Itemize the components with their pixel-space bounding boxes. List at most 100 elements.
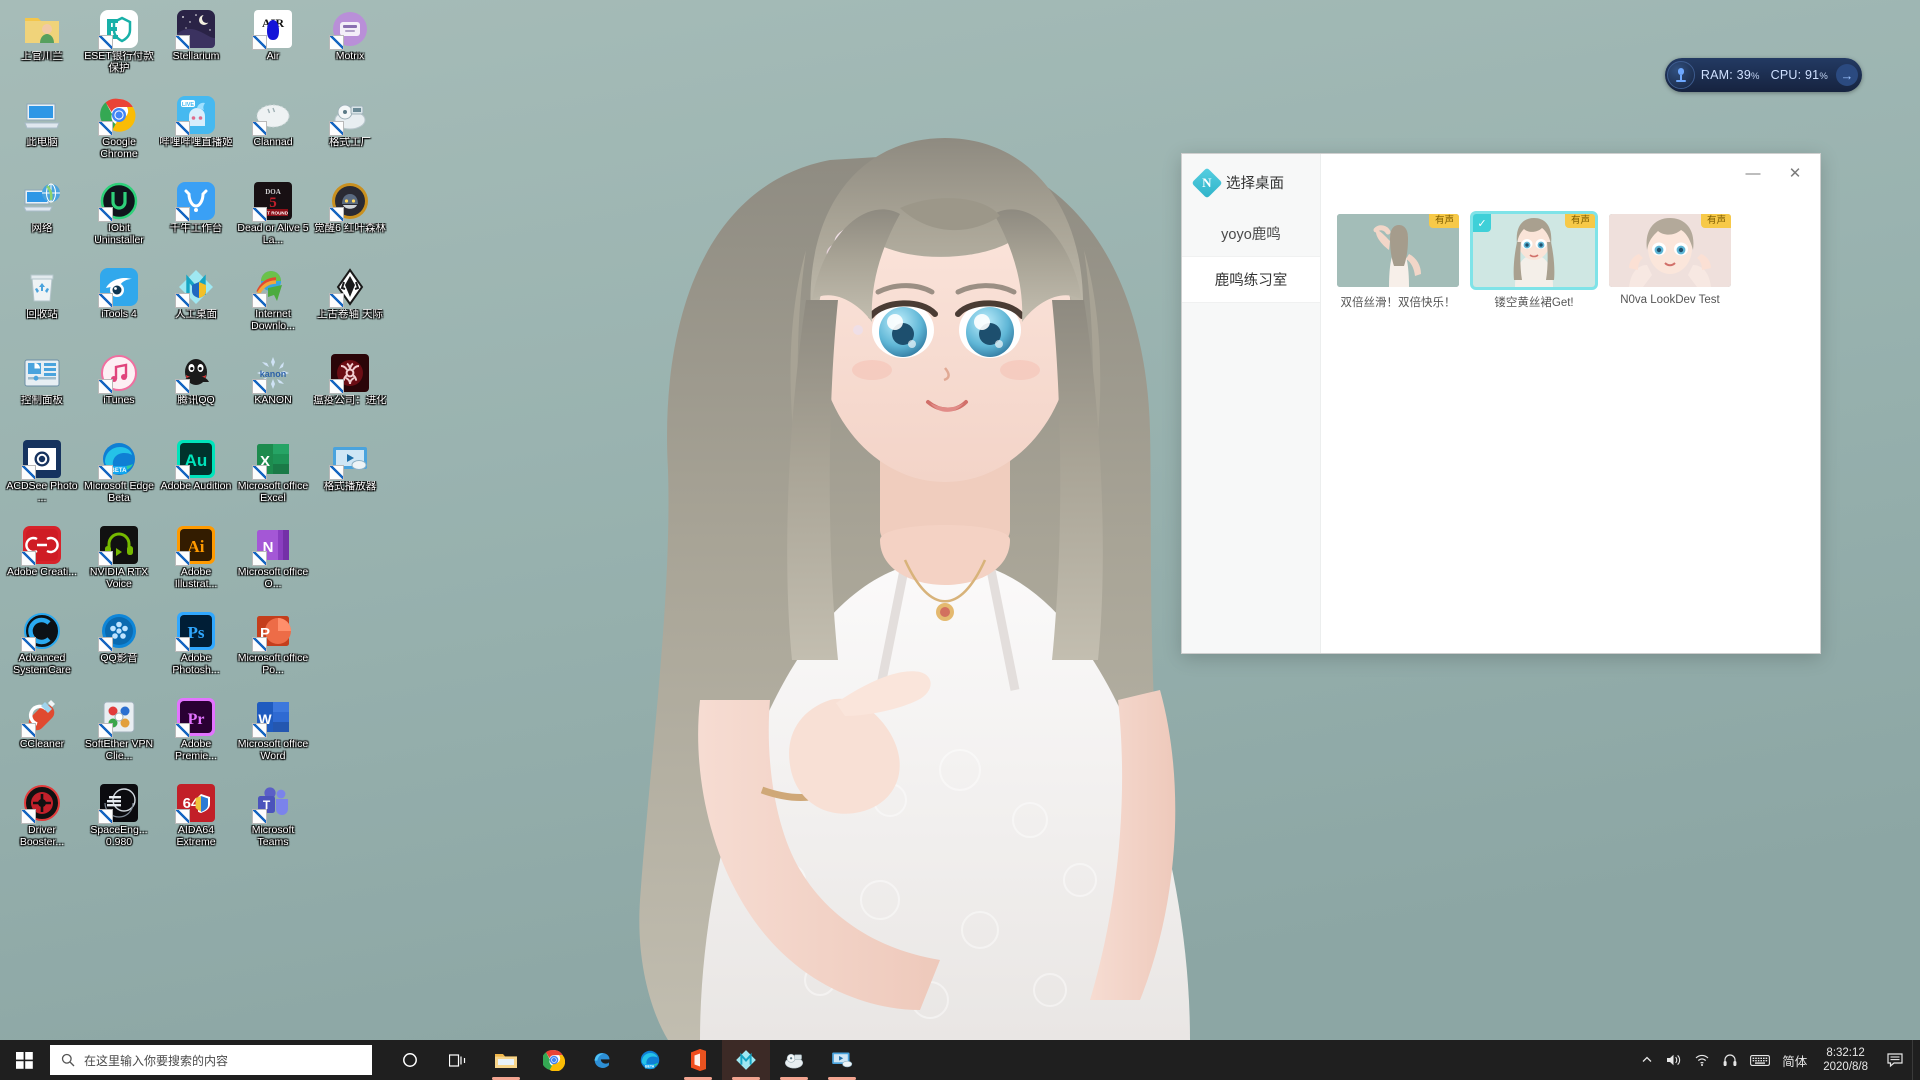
minimize-button[interactable]: —: [1740, 162, 1766, 184]
wallpaper-thumbnail[interactable]: 有声: [1609, 214, 1731, 287]
desktop-icon-adobe-premiere-icon[interactable]: Pr Adobe Premie...: [158, 692, 234, 778]
desktop-icon-acdsee-icon[interactable]: ACDSee Photo ...: [4, 434, 80, 520]
desktop-icon-empty: [312, 520, 388, 606]
desktop-icon-motrix-icon[interactable]: Motrix: [312, 4, 388, 90]
svg-text:W: W: [258, 711, 272, 727]
desktop-icon-nvidia-rtx-voice-icon[interactable]: NVIDIA RTX Voice: [81, 520, 157, 606]
dialog-sidebar-item-0[interactable]: yoyo鹿鸣: [1182, 211, 1320, 257]
desktop-icon-qianniu-icon[interactable]: 千牛工作台: [158, 176, 234, 262]
desktop-icon-driver-booster-icon[interactable]: Driver Booster...: [4, 778, 80, 864]
select-desktop-dialog[interactable]: N 选择桌面 yoyo鹿鸣 鹿鸣练习室 — ✕ 有声 双倍丝滑！双倍快乐！ ✓ …: [1181, 153, 1821, 654]
close-button[interactable]: ✕: [1782, 162, 1808, 184]
desktop-icon-powerpoint-icon[interactable]: P Microsoft office Po...: [235, 606, 311, 692]
desktop-icon-adobe-creative-cloud-icon[interactable]: Adobe Creati...: [4, 520, 80, 606]
keyboard-icon[interactable]: [1744, 1040, 1776, 1080]
desktop-icon-softether-vpn-icon[interactable]: SoftEther VPN Clie...: [81, 692, 157, 778]
desktop-icon-adobe-illustrator-icon[interactable]: Ai Adobe Illustrat...: [158, 520, 234, 606]
desktop-icon-ccleaner-icon[interactable]: CCleaner: [4, 692, 80, 778]
wallpaper-card-row[interactable]: 有声 双倍丝滑！双倍快乐！ ✓ 有声 镂空黄丝裙Get! 有声 N0va LookDev…: [1321, 192, 1820, 310]
desktop-icon-onenote-icon[interactable]: N Microsoft office O...: [235, 520, 311, 606]
desktop-icon-itools-icon[interactable]: iTools 4: [81, 262, 157, 348]
desktop-icon-google-chrome-icon[interactable]: Google Chrome: [81, 90, 157, 176]
ime-mode-label[interactable]: 简体: [1776, 1040, 1813, 1080]
dialog-sidebar-item-1[interactable]: 鹿鸣练习室: [1182, 257, 1320, 303]
desktop-icon-bilibili-live-icon[interactable]: LIVE 哔哩哔哩直播姬: [158, 90, 234, 176]
desktop-icon-space-engine-icon[interactable]: SpaceEng... 0.980: [81, 778, 157, 864]
desktop-icon-plague-inc-icon[interactable]: 瘟疫公司：进化: [312, 348, 388, 434]
headset-icon[interactable]: [1716, 1040, 1744, 1080]
desktop-icon-itunes-icon[interactable]: iTunes: [81, 348, 157, 434]
show-hidden-icons-chevron[interactable]: [1634, 1040, 1660, 1080]
desktop-icon-control-panel-icon[interactable]: 控制面板: [4, 348, 80, 434]
desktop-icon-stellarium-icon[interactable]: Stellarium: [158, 4, 234, 90]
expand-arrow-icon[interactable]: →: [1836, 64, 1858, 86]
wallpaper-thumbnail[interactable]: 有声: [1337, 214, 1459, 287]
desktop[interactable]: 上官川兰 ESET银行付款保护 Stellarium AIRAir Motrix 此电脑 G…: [0, 0, 1920, 1080]
volume-icon[interactable]: [1660, 1040, 1688, 1080]
taskbar-format-player-icon[interactable]: [818, 1040, 866, 1080]
wifi-icon[interactable]: [1688, 1040, 1716, 1080]
desktop-icon-word-icon[interactable]: W Microsoft office Word: [235, 692, 311, 778]
action-center-icon[interactable]: [1878, 1040, 1912, 1080]
wallpaper-card[interactable]: 有声 双倍丝滑！双倍快乐！: [1337, 214, 1459, 310]
taskbar-format-factory-icon[interactable]: [770, 1040, 818, 1080]
taskbar-edge-beta-icon[interactable]: BETA: [626, 1040, 674, 1080]
this-pc-icon: [23, 96, 61, 134]
taskbar[interactable]: 在这里输入你要搜索的内容 BETA 简体 8:32:12 2020/8/8: [0, 1040, 1920, 1080]
dialog-titlebar[interactable]: — ✕: [1321, 154, 1820, 192]
desktop-icon-clannad-icon[interactable]: Clannad: [235, 90, 311, 176]
desktop-icon-network-icon[interactable]: 网络: [4, 176, 80, 262]
desktop-icon-kanon-icon[interactable]: kanon KANON: [235, 348, 311, 434]
search-input[interactable]: 在这里输入你要搜索的内容: [50, 1045, 372, 1075]
desktop-icon-label: Adobe Illustrat...: [174, 567, 218, 590]
wallpaper-thumbnail[interactable]: ✓ 有声: [1473, 214, 1595, 287]
desktop-icon-idm-icon[interactable]: Internet Downlo...: [235, 262, 311, 348]
desktop-icon-tencent-qq-icon[interactable]: 腾讯QQ: [158, 348, 234, 434]
dialog-main-panel[interactable]: — ✕ 有声 双倍丝滑！双倍快乐！ ✓ 有声 镂空黄丝裙Get! 有声 N0va…: [1321, 154, 1820, 653]
plague-inc-icon: [329, 354, 369, 394]
desktop-icon-label: 哔哩哔哩直播姬: [159, 137, 233, 148]
desktop-icon-skyrim-icon[interactable]: 上古卷轴 天际: [312, 262, 388, 348]
clock[interactable]: 8:32:12 2020/8/8: [1813, 1040, 1878, 1080]
desktop-icon-adobe-photoshop-icon[interactable]: Ps Adobe Photosh...: [158, 606, 234, 692]
dialog-sidebar-list[interactable]: yoyo鹿鸣 鹿鸣练习室: [1182, 211, 1320, 303]
desktop-icon-edge-beta-icon[interactable]: BETA Microsoft Edge Beta: [81, 434, 157, 520]
control-panel-icon: [23, 354, 61, 392]
desktop-icon-n0va-desktop-icon[interactable]: 人工桌面: [158, 262, 234, 348]
taskbar-n0va-desktop-icon[interactable]: [722, 1040, 770, 1080]
taskbar-microsoft-office-icon[interactable]: [674, 1040, 722, 1080]
desktop-icon-aida64-icon[interactable]: 64 AIDA64 Extreme: [158, 778, 234, 864]
dialog-sidebar[interactable]: N 选择桌面 yoyo鹿鸣 鹿鸣练习室: [1182, 154, 1321, 653]
desktop-icon-microsoft-teams-icon[interactable]: T Microsoft Teams: [235, 778, 311, 864]
windows-start-icon[interactable]: [0, 1040, 48, 1080]
wallpaper-card[interactable]: ✓ 有声 镂空黄丝裙Get!: [1473, 214, 1595, 310]
desktop-icon-grid[interactable]: 上官川兰 ESET银行付款保护 Stellarium AIRAir Motrix 此电脑 G…: [4, 4, 394, 864]
desktop-icon-format-player-icon[interactable]: 格式播放器: [312, 434, 388, 520]
taskbar-cortana-icon[interactable]: [386, 1040, 434, 1080]
desktop-icon-advanced-systemcare-icon[interactable]: Advanced SystemCare: [4, 606, 80, 692]
taskbar-file-explorer-icon[interactable]: [482, 1040, 530, 1080]
desktop-icon-label: Adobe Photosh...: [172, 653, 220, 676]
taskbar-microsoft-edge-icon[interactable]: [578, 1040, 626, 1080]
wallpaper-card[interactable]: 有声 N0va LookDev Test: [1609, 214, 1731, 310]
desktop-icon-this-pc-icon[interactable]: 此电脑: [4, 90, 80, 176]
taskbar-task-view-icon[interactable]: [434, 1040, 482, 1080]
desktop-icon-folder-user-icon[interactable]: 上官川兰: [4, 4, 80, 90]
desktop-icon-label: Adobe Audition: [160, 481, 232, 492]
taskbar-google-chrome-icon[interactable]: [530, 1040, 578, 1080]
show-desktop-button[interactable]: [1912, 1040, 1920, 1080]
desktop-icon-awaken6-icon[interactable]: 觉醒6 红叶森林: [312, 176, 388, 262]
desktop-icon-doa5-icon[interactable]: DOA 5 LAST ROUND Dead or Alive 5 La...: [235, 176, 311, 262]
system-tray[interactable]: 简体 8:32:12 2020/8/8: [1634, 1040, 1920, 1080]
desktop-icon-iobit-uninstaller-icon[interactable]: IObit Uninstaller: [81, 176, 157, 262]
desktop-icon-adobe-audition-icon[interactable]: Au Adobe Audition: [158, 434, 234, 520]
desktop-icon-excel-icon[interactable]: X Microsoft office Excel: [235, 434, 311, 520]
ram-cpu-monitor-widget[interactable]: RAM: 39% CPU: 91% →: [1664, 58, 1862, 92]
taskbar-app-buttons[interactable]: BETA: [386, 1040, 866, 1080]
desktop-icon-recycle-bin-icon[interactable]: 回收站: [4, 262, 80, 348]
excel-icon: X: [252, 440, 292, 480]
desktop-icon-eset-banking-protection-icon[interactable]: ESET银行付款保护: [81, 4, 157, 90]
desktop-icon-air-game-icon[interactable]: AIRAir: [235, 4, 311, 90]
desktop-icon-qq-player-icon[interactable]: QQ影音: [81, 606, 157, 692]
desktop-icon-format-factory-icon[interactable]: 格式工厂: [312, 90, 388, 176]
